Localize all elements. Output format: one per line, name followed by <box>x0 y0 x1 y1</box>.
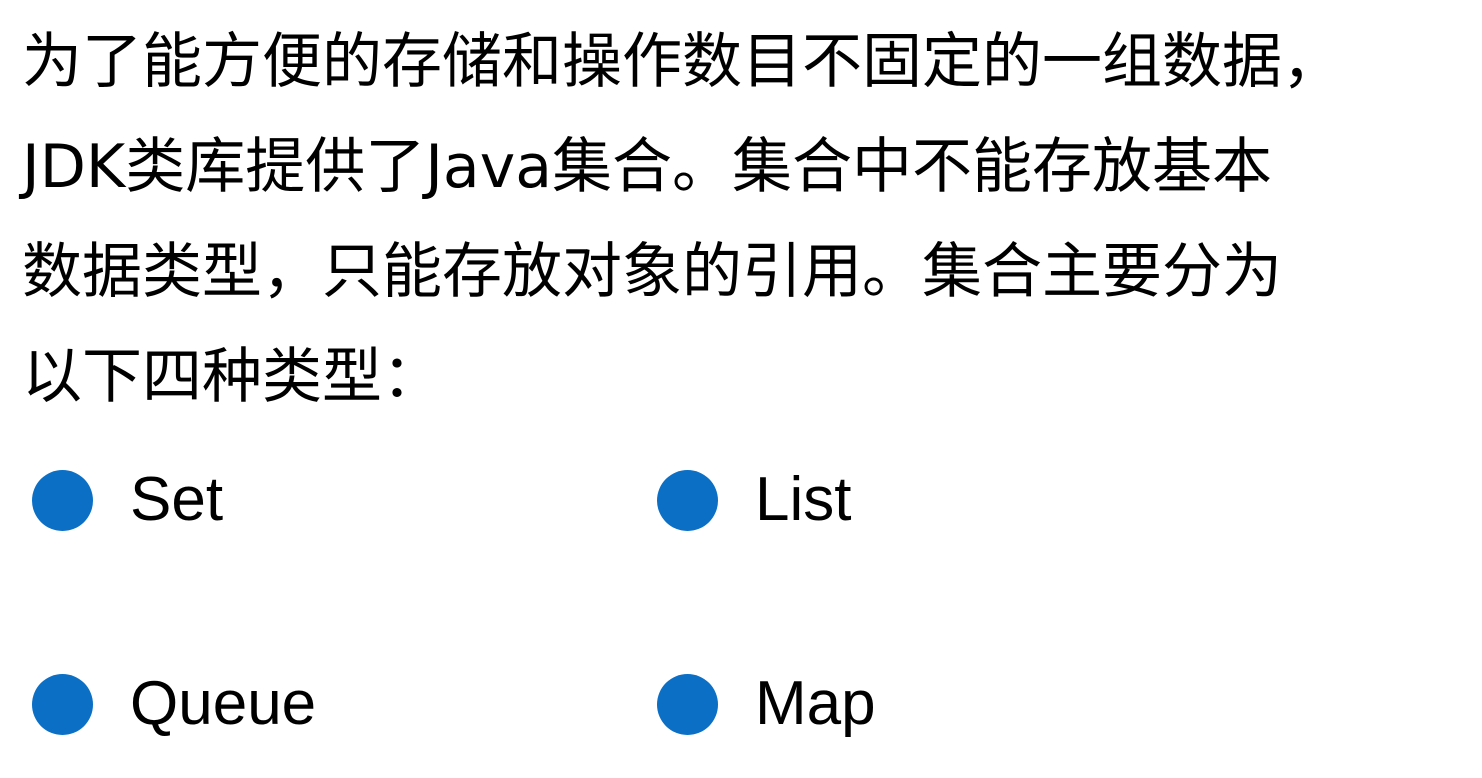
collection-type-label: Map <box>755 669 876 738</box>
bullet-dot-icon <box>32 469 93 531</box>
bullet-dot-icon <box>657 469 718 531</box>
collection-type-list-item: List <box>657 469 851 531</box>
collection-type-map: Map <box>657 673 876 735</box>
bullet-dot-icon <box>657 673 718 735</box>
intro-paragraph: 为了能方便的存储和操作数目不固定的一组数据， JDK类库提供了Java集合。集合… <box>22 10 1472 430</box>
collection-type-label: List <box>755 465 852 534</box>
intro-line-4: 以下四种类型： <box>22 342 442 412</box>
intro-line-2: JDK类库提供了Java集合。集合中不能存放基本 <box>22 132 1272 202</box>
bullet-dot-icon <box>32 673 93 735</box>
collection-type-label: Set <box>130 465 224 534</box>
collection-type-queue: Queue <box>32 673 316 735</box>
collection-type-set: Set <box>32 469 223 531</box>
collection-type-label: Queue <box>130 669 317 738</box>
intro-line-3: 数据类型，只能存放对象的引用。集合主要分为 <box>22 237 1282 307</box>
intro-line-1: 为了能方便的存储和操作数目不固定的一组数据， <box>22 27 1342 97</box>
